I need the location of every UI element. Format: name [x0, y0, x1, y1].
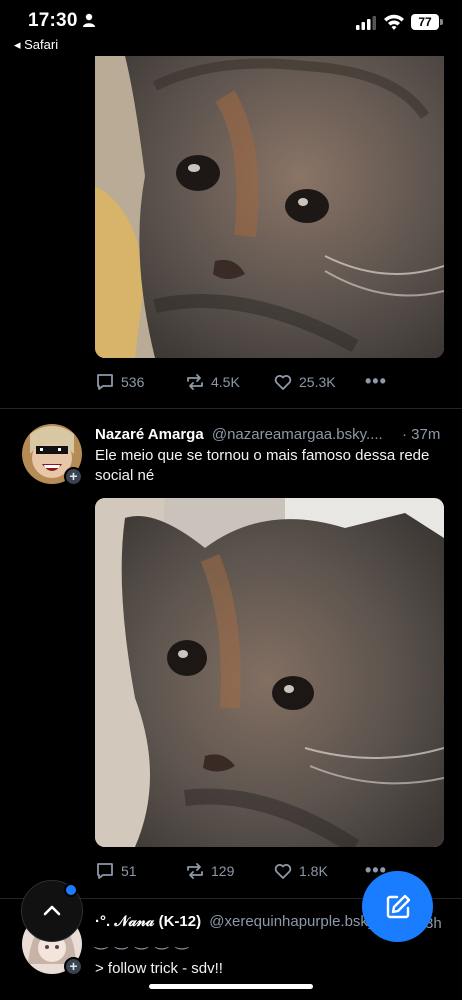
- author-name[interactable]: Nazaré Amarga: [95, 426, 204, 443]
- wifi-icon: [384, 14, 404, 30]
- post-text-line-2: > follow trick - sdv!!: [95, 960, 223, 977]
- like-button[interactable]: 25.3K: [273, 371, 336, 393]
- reply-count: 51: [121, 863, 137, 879]
- status-time: 17:30: [28, 10, 78, 31]
- post-text: Ele meio que se tornou o mais famoso des…: [95, 447, 430, 484]
- post-2-image[interactable]: [95, 498, 444, 847]
- cellular-signal-icon: [356, 16, 376, 30]
- home-indicator[interactable]: [149, 984, 313, 989]
- battery-level: 77: [411, 14, 439, 30]
- repost-arrows-icon: [187, 374, 203, 390]
- ellipsis-icon[interactable]: •••: [365, 371, 387, 391]
- compose-pencil-icon: [386, 894, 410, 918]
- repost-button[interactable]: 129: [185, 860, 234, 882]
- follow-plus-icon[interactable]: +: [64, 467, 83, 486]
- compose-button[interactable]: [362, 871, 433, 942]
- notification-dot: [64, 883, 78, 897]
- post-3-header: ·°. 𝒩𝒶𝓃𝒶 (K-12) @xerequinhapurple.bsky..…: [95, 913, 387, 930]
- back-to-safari-link[interactable]: ◂ Safari: [14, 37, 58, 53]
- battery-nub: [440, 19, 443, 25]
- like-count: 1.8K: [299, 863, 328, 879]
- heart-icon: [274, 864, 292, 879]
- post-2-actions: 51 129 1.8K •••: [95, 860, 395, 882]
- status-bar: 17:30 ◂ Safari 77: [0, 0, 462, 56]
- post-divider: [0, 408, 462, 409]
- post-time: · 37m: [402, 426, 441, 443]
- post-2-header: Nazaré Amarga @nazareamargaa.bsky....: [95, 426, 383, 443]
- post-1-image[interactable]: [95, 56, 444, 358]
- reply-button[interactable]: 536: [95, 371, 144, 393]
- reply-button[interactable]: 51: [95, 860, 137, 882]
- author-name[interactable]: ·°. 𝒩𝒶𝓃𝒶 (K-12): [95, 913, 201, 930]
- heart-icon: [274, 375, 292, 390]
- like-button[interactable]: 1.8K: [273, 860, 328, 882]
- author-handle[interactable]: @xerequinhapurple.bsky...: [209, 913, 387, 930]
- speech-bubble-icon: [97, 863, 113, 879]
- reply-count: 536: [121, 374, 145, 390]
- cat-photo-2: [95, 498, 444, 847]
- repost-count: 129: [211, 863, 235, 879]
- follow-plus-icon[interactable]: +: [64, 957, 83, 976]
- repost-button[interactable]: 4.5K: [185, 371, 240, 393]
- cat-photo-1: [95, 56, 444, 358]
- chevron-up-icon: [43, 905, 61, 916]
- author-handle[interactable]: @nazareamargaa.bsky....: [212, 426, 383, 443]
- speech-bubble-icon: [97, 374, 113, 390]
- person-icon: [83, 13, 95, 27]
- like-count: 25.3K: [299, 374, 336, 390]
- repost-count: 4.5K: [211, 374, 240, 390]
- repost-arrows-icon: [187, 863, 203, 879]
- post-1-actions: 536 4.5K 25.3K •••: [95, 371, 395, 393]
